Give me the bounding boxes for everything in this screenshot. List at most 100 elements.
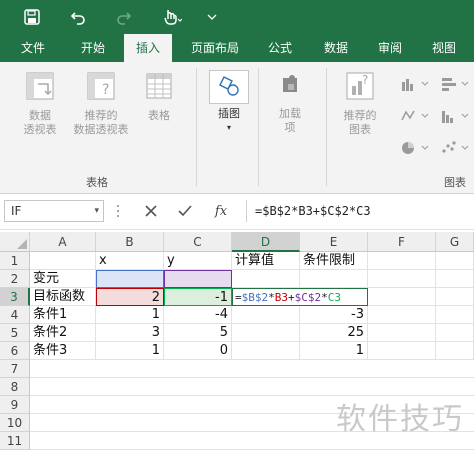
empty-row-7[interactable] bbox=[30, 360, 474, 378]
cell-e2[interactable] bbox=[300, 270, 368, 288]
tab-insert[interactable]: 插入 bbox=[124, 34, 172, 62]
insert-function-button[interactable]: fx bbox=[208, 202, 234, 220]
save-icon[interactable] bbox=[22, 8, 42, 26]
cell-a2[interactable]: 变元 bbox=[30, 270, 96, 288]
cell-b1[interactable]: x bbox=[96, 252, 164, 270]
cell-a3[interactable]: 目标函数 bbox=[30, 288, 96, 306]
cell-b4[interactable]: 1 bbox=[96, 306, 164, 324]
column-header-g[interactable]: G bbox=[436, 232, 474, 252]
cell-f2[interactable] bbox=[368, 270, 436, 288]
recommended-charts-button[interactable]: ? 推荐的 图表 bbox=[334, 70, 386, 137]
cell-b3-ref[interactable]: 2 bbox=[96, 288, 164, 306]
row-header-11[interactable]: 11 bbox=[0, 432, 30, 450]
addins-button[interactable]: 加载 项 bbox=[268, 70, 312, 135]
column-header-c[interactable]: C bbox=[164, 232, 232, 252]
cell-b2-ref[interactable] bbox=[96, 270, 164, 288]
tab-page-layout[interactable]: 页面布局 bbox=[186, 34, 244, 62]
row-header-9[interactable]: 9 bbox=[0, 396, 30, 414]
cell-f6[interactable] bbox=[368, 342, 436, 360]
row-header-3[interactable]: 3 bbox=[0, 288, 30, 306]
row-header-7[interactable]: 7 bbox=[0, 360, 30, 378]
row-header-1[interactable]: 1 bbox=[0, 252, 30, 270]
tab-home[interactable]: 开始 bbox=[70, 34, 116, 62]
bar-chart-icon[interactable] bbox=[440, 76, 470, 95]
table-button[interactable]: 表格 bbox=[138, 70, 180, 123]
cell-f4[interactable] bbox=[368, 306, 436, 324]
name-box-dropdown-icon[interactable]: ▾ bbox=[94, 201, 99, 221]
cell-g6[interactable] bbox=[436, 342, 474, 360]
cell-b5[interactable]: 3 bbox=[96, 324, 164, 342]
illustrations-button[interactable]: 插图 ▾ bbox=[206, 70, 252, 135]
formula-input[interactable]: =$B$2*B3+$C$2*C3 bbox=[246, 200, 474, 222]
column-header-d[interactable]: D bbox=[232, 232, 300, 252]
cell-f5[interactable] bbox=[368, 324, 436, 342]
svg-text:?: ? bbox=[102, 82, 109, 98]
cell-c1[interactable]: y bbox=[164, 252, 232, 270]
tab-file[interactable]: 文件 bbox=[10, 34, 56, 62]
column-header-b[interactable]: B bbox=[96, 232, 164, 252]
cell-a4[interactable]: 条件1 bbox=[30, 306, 96, 324]
cell-d5[interactable] bbox=[232, 324, 300, 342]
tab-review[interactable]: 审阅 bbox=[368, 34, 412, 62]
cell-c5[interactable]: 5 bbox=[164, 324, 232, 342]
column-chart-icon[interactable] bbox=[400, 76, 430, 95]
scatter-chart-icon[interactable] bbox=[440, 140, 470, 159]
cell-g4[interactable] bbox=[436, 306, 474, 324]
cell-c3-ref[interactable]: -1 bbox=[164, 288, 232, 306]
cell-g5[interactable] bbox=[436, 324, 474, 342]
redo-icon[interactable] bbox=[114, 8, 134, 26]
cell-d3-editing[interactable]: =$B$2*B3+$C$2*C3 bbox=[232, 288, 368, 306]
cell-e1[interactable]: 条件限制 bbox=[300, 252, 368, 270]
cell-e6[interactable]: 1 bbox=[300, 342, 368, 360]
cell-f3[interactable] bbox=[368, 288, 436, 306]
cancel-icon[interactable] bbox=[140, 202, 162, 220]
cell-c2-ref[interactable] bbox=[164, 270, 232, 288]
cell-c4[interactable]: -4 bbox=[164, 306, 232, 324]
cell-g2[interactable] bbox=[436, 270, 474, 288]
undo-icon[interactable] bbox=[68, 8, 88, 26]
tab-view[interactable]: 视图 bbox=[422, 34, 466, 62]
customize-toolbar-icon[interactable] bbox=[204, 8, 220, 26]
row-header-5[interactable]: 5 bbox=[0, 324, 30, 342]
formula-bar: IF ▾ fx =$B$2*B3+$C$2*C3 bbox=[0, 194, 474, 230]
cell-c6[interactable]: 0 bbox=[164, 342, 232, 360]
statistic-chart-icon[interactable] bbox=[440, 108, 470, 127]
cell-d4[interactable] bbox=[232, 306, 300, 324]
line-chart-icon[interactable] bbox=[400, 108, 430, 127]
cell-g1[interactable] bbox=[436, 252, 474, 270]
row-header-8[interactable]: 8 bbox=[0, 378, 30, 396]
select-all-corner[interactable] bbox=[0, 232, 30, 252]
recommended-pivot-button[interactable]: ? 推荐的 数据透视表 bbox=[68, 70, 134, 137]
pivot-table-label: 数据 透视表 bbox=[23, 109, 57, 136]
cell-a6[interactable]: 条件3 bbox=[30, 342, 96, 360]
pie-chart-icon[interactable] bbox=[400, 140, 430, 159]
touch-mode-icon[interactable] bbox=[160, 8, 184, 26]
name-box-value: IF bbox=[11, 204, 22, 218]
cell-a5[interactable]: 条件2 bbox=[30, 324, 96, 342]
column-header-a[interactable]: A bbox=[30, 232, 96, 252]
formula-bar-handle-icon[interactable] bbox=[114, 202, 122, 220]
formula-eq-token: = bbox=[235, 291, 242, 304]
cell-e5[interactable]: 25 bbox=[300, 324, 368, 342]
name-box[interactable]: IF ▾ bbox=[4, 200, 104, 222]
cell-d2[interactable] bbox=[232, 270, 300, 288]
cell-e4[interactable]: -3 bbox=[300, 306, 368, 324]
cell-b6[interactable]: 1 bbox=[96, 342, 164, 360]
cell-d1[interactable]: 计算值 bbox=[232, 252, 300, 270]
group-tables-label: 表格 bbox=[86, 176, 108, 189]
tab-formulas[interactable]: 公式 bbox=[258, 34, 302, 62]
row-header-2[interactable]: 2 bbox=[0, 270, 30, 288]
shapes-icon bbox=[209, 70, 249, 104]
column-header-f[interactable]: F bbox=[368, 232, 436, 252]
row-header-4[interactable]: 4 bbox=[0, 306, 30, 324]
enter-icon[interactable] bbox=[174, 202, 196, 220]
row-header-6[interactable]: 6 bbox=[0, 342, 30, 360]
cell-d6[interactable] bbox=[232, 342, 300, 360]
cell-f1[interactable] bbox=[368, 252, 436, 270]
column-header-e[interactable]: E bbox=[300, 232, 368, 252]
row-header-10[interactable]: 10 bbox=[0, 414, 30, 432]
cell-g3[interactable] bbox=[436, 288, 474, 306]
cell-a1[interactable] bbox=[30, 252, 96, 270]
pivot-table-button[interactable]: 数据 透视表 bbox=[14, 70, 66, 137]
tab-data[interactable]: 数据 bbox=[314, 34, 358, 62]
